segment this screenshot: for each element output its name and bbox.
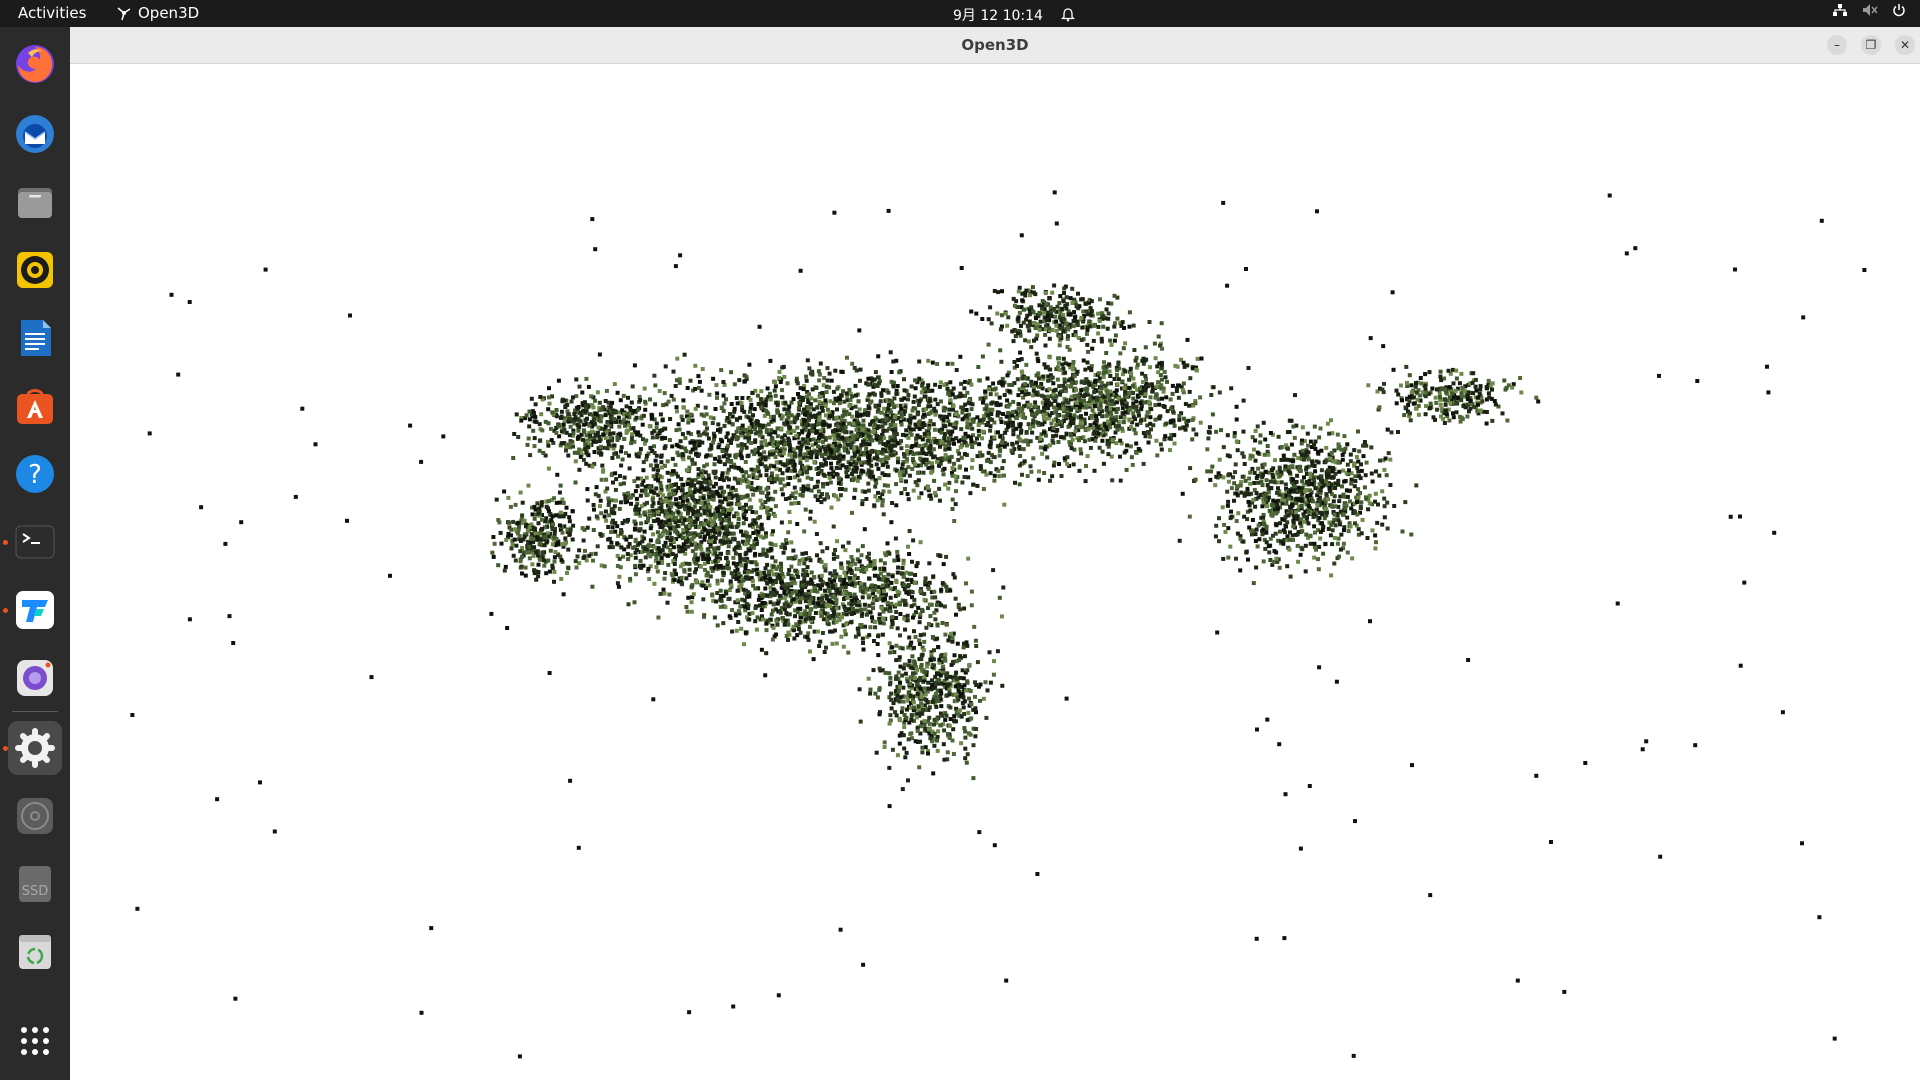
dock-item-ssd[interactable]: SSD	[8, 857, 62, 911]
minimize-icon: –	[1834, 38, 1840, 52]
writer-icon	[21, 320, 51, 356]
help-icon: ?	[16, 455, 54, 493]
close-icon: ✕	[1899, 38, 1911, 52]
dock-item-todesk[interactable]	[8, 583, 62, 637]
window-title: Open3D	[961, 36, 1029, 54]
dock-item-disc[interactable]	[8, 789, 62, 843]
minimize-button[interactable]: –	[1827, 35, 1847, 55]
maximize-button[interactable]: ❐	[1861, 35, 1881, 55]
clock[interactable]: 9月 12 10:14	[953, 5, 1075, 25]
dock-item-firefox[interactable]	[8, 37, 62, 91]
dock-item-terminal[interactable]	[8, 515, 62, 569]
dock-item-help[interactable]: ?	[8, 447, 62, 501]
firefox-icon	[16, 45, 54, 83]
settings-icon	[15, 728, 55, 768]
terminal-icon	[15, 525, 55, 559]
rhythmbox-icon	[17, 252, 53, 288]
clock-label: 9月 12 10:14	[953, 8, 1043, 24]
top-bar: Activities Open3D 9月 12 10:14	[0, 0, 1920, 27]
dock-item-writer[interactable]	[8, 311, 62, 365]
open3d-app-icon	[117, 7, 131, 21]
system-tray[interactable]	[1832, 3, 1906, 17]
close-button[interactable]: ✕	[1895, 35, 1915, 55]
files-icon	[18, 188, 52, 218]
point-cloud-render[interactable]	[70, 64, 1920, 1080]
app-menu[interactable]: Open3D	[116, 4, 199, 22]
restore-icon: ❐	[1865, 38, 1877, 52]
point-cloud-viewport[interactable]	[70, 64, 1920, 1080]
dock-item-settings[interactable]	[8, 721, 62, 775]
window-titlebar[interactable]: Open3D – ❐ ✕	[70, 27, 1920, 64]
dock: ? SSD	[0, 27, 70, 1080]
power-icon	[1893, 4, 1905, 17]
disc-icon	[17, 798, 53, 834]
dock-item-screenshot[interactable]	[8, 651, 62, 705]
notification-bell-icon	[1060, 8, 1075, 22]
thunderbird-icon	[16, 115, 54, 153]
dock-item-rhythmbox[interactable]	[8, 243, 62, 297]
volume-muted-icon	[1863, 4, 1878, 16]
dock-separator	[12, 711, 58, 712]
dock-item-app-center[interactable]	[8, 379, 62, 433]
point-cloud-points	[130, 190, 1867, 1059]
network-icon	[1833, 4, 1847, 16]
svg-text:SSD: SSD	[22, 884, 49, 899]
app-center-icon	[17, 389, 53, 424]
dock-item-trash[interactable]	[8, 925, 62, 979]
screenshot-icon	[17, 660, 53, 696]
dock-item-thunderbird[interactable]	[8, 107, 62, 161]
svg-text:?: ?	[28, 460, 42, 490]
app-menu-label: Open3D	[138, 4, 200, 22]
show-apps-button[interactable]	[8, 1014, 62, 1068]
ssd-drive-icon: SSD	[19, 866, 51, 902]
open3d-window: Open3D – ❐ ✕	[70, 27, 1920, 1080]
todesk-icon	[16, 591, 54, 629]
dock-item-files[interactable]	[8, 175, 62, 229]
trash-icon	[19, 935, 51, 969]
activities-button[interactable]: Activities	[18, 4, 86, 22]
show-apps-icon	[21, 1027, 49, 1055]
